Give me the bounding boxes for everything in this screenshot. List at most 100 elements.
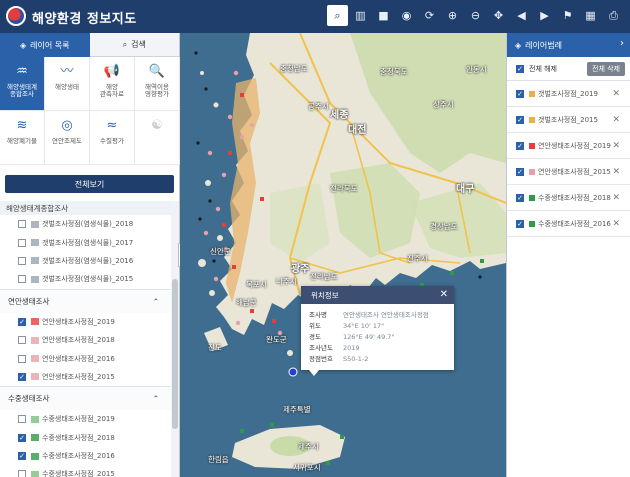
category-6[interactable]: ≈ 수질평가	[90, 111, 135, 165]
legend-row[interactable]: ✓ 갯벌조사정점_2015 ✕	[507, 107, 630, 133]
category-3[interactable]: 🔍 해역이용 영향평가	[135, 57, 180, 111]
popup-header: 위치정보 ✕	[301, 286, 454, 304]
scrollbar-thumb[interactable]	[172, 279, 178, 429]
remove-layer-icon[interactable]: ✕	[612, 89, 620, 99]
layer-checkbox[interactable]	[18, 336, 26, 345]
popup-value: 2019	[343, 344, 360, 352]
view-all-button[interactable]: 전체보기	[5, 175, 174, 193]
popup-key: 위도	[309, 322, 321, 330]
popup-value: 34°E 10' 17"	[343, 322, 385, 330]
category-1[interactable]: 〰 해양생태	[45, 57, 90, 111]
layer-checkbox[interactable]	[18, 275, 26, 284]
move-icon[interactable]: ✥	[488, 5, 509, 26]
zoom-in-icon[interactable]: ⊕	[442, 5, 463, 26]
category-4[interactable]: ≋ 해양폐기물	[0, 111, 45, 165]
search-zoom-icon[interactable]: ⌕	[327, 5, 348, 26]
remove-layer-icon[interactable]: ✕	[612, 193, 620, 203]
layer-row[interactable]: 갯벌조사정점(염생식물)_2015	[0, 270, 171, 288]
chevron-right-icon[interactable]: ›	[620, 38, 624, 49]
layer-checkbox[interactable]	[18, 354, 26, 363]
legend-label: 연안생태조사정점_2019	[538, 141, 611, 150]
grid-icon[interactable]: ▦	[580, 5, 601, 26]
layer-row[interactable]: 갯벌조사정점(염생식물)_2017	[0, 233, 171, 251]
layer-checkbox[interactable]: ✓	[18, 317, 26, 326]
legend-checkbox[interactable]: ✓	[516, 193, 524, 202]
layer-checkbox[interactable]	[18, 238, 26, 247]
legend-symbol-icon	[529, 90, 535, 97]
water-quality-icon: ≈	[106, 117, 118, 133]
legend-checkbox[interactable]: ✓	[516, 115, 524, 124]
measure-area-icon[interactable]: ⚑	[557, 5, 578, 26]
ecosystem-survey-icon: ♒	[16, 63, 28, 79]
tab-layer-list[interactable]: ◈ 레이어 목록	[0, 33, 90, 57]
category-2[interactable]: 📢 해양 관측자료	[90, 57, 135, 111]
legend-checkbox[interactable]: ✓	[516, 89, 524, 98]
remove-layer-icon[interactable]: ✕	[612, 141, 620, 151]
layer-checkbox[interactable]	[18, 415, 26, 424]
remove-layer-icon[interactable]: ✕	[612, 115, 620, 125]
section-header[interactable]: 연안생태조사 ⌃	[0, 288, 171, 313]
popup-row: 경도 126°E 49' 49.7"	[309, 332, 446, 343]
legend-list: ✓ 갯벌조사정점_2019 ✕ ✓ 갯벌조사정점_2015 ✕ ✓ 연안생태조사정점_2019…	[507, 81, 630, 237]
layer-row[interactable]: 연안생태조사정점_2016	[0, 349, 171, 367]
layer-row[interactable]: ✓ 연안생태조사정점_2015	[0, 368, 171, 386]
layer-checkbox[interactable]: ✓	[18, 433, 26, 442]
layer-label: 연안생태조사정점_2018	[42, 336, 115, 345]
category-5[interactable]: ◎ 연안조제도	[45, 111, 90, 165]
legend-row[interactable]: ✓ 수중생태조사정점_2016 ✕	[507, 211, 630, 237]
legend-symbol-icon	[529, 142, 535, 149]
layer-checkbox[interactable]	[18, 256, 26, 265]
zoom-out-icon[interactable]: ⊖	[465, 5, 486, 26]
layer-checkbox[interactable]: ✓	[18, 372, 26, 381]
layer-row[interactable]: 갯벌조사정점(염생식물)_2018	[0, 215, 171, 233]
close-icon[interactable]: ✕	[440, 289, 448, 300]
legend-row[interactable]: ✓ 연안생태조사정점_2019 ✕	[507, 133, 630, 159]
layer-row[interactable]: ✓ 수중생태조사정점_2018	[0, 429, 171, 447]
legend-checkbox[interactable]: ✓	[516, 167, 524, 176]
layer-row[interactable]: 수중생태조사정점_2019	[0, 410, 171, 428]
layer-row[interactable]: 연안생태조사정점_2018	[0, 331, 171, 349]
layer-row[interactable]: 갯벌조사정점(염생식물)_2016	[0, 252, 171, 270]
marine-waste-icon: ≋	[16, 117, 28, 133]
layer-symbol-icon	[31, 470, 39, 477]
observation-icon: 📢	[103, 63, 121, 79]
tab-search[interactable]: ⌕ 검색	[89, 33, 179, 57]
section-header[interactable]: 수중생태조사 ⌃	[0, 386, 171, 411]
chevron-up-icon[interactable]: ⌃	[153, 394, 159, 403]
legend-checkbox[interactable]: ✓	[516, 141, 524, 150]
layer-row[interactable]: 수중생태조사정점_2015	[0, 465, 171, 477]
layer-checkbox[interactable]	[18, 220, 26, 229]
tab-label: 검색	[131, 40, 146, 49]
refresh-screen-icon[interactable]: ⟳	[419, 5, 440, 26]
chevron-up-icon[interactable]: ⌃	[153, 297, 159, 306]
legend-row[interactable]: ✓ 갯벌조사정점_2019 ✕	[507, 81, 630, 107]
select-all-checkbox[interactable]: ✓	[516, 64, 524, 73]
location-pin-icon[interactable]: ◉	[396, 5, 417, 26]
remove-layer-icon[interactable]: ✕	[612, 219, 620, 229]
delete-all-button[interactable]: 전체 삭제	[587, 62, 625, 76]
legend-row[interactable]: ✓ 연안생태조사정점_2015 ✕	[507, 159, 630, 185]
book-map-icon[interactable]: ▥	[350, 5, 371, 26]
remove-layer-icon[interactable]: ✕	[612, 167, 620, 177]
legend-row[interactable]: ✓ 수중생태조사정점_2018 ✕	[507, 185, 630, 211]
popup-key: 조사명	[309, 311, 327, 319]
print-icon[interactable]: ⎙	[603, 5, 624, 26]
legend-header: ◈ 레이어범례 ›	[507, 33, 630, 57]
category-0[interactable]: ♒ 해양생태계 종합조사	[0, 57, 45, 111]
layer-row[interactable]: ✓ 수중생태조사정점_2016	[0, 447, 171, 465]
layer-panel: ◈ 레이어 목록 ⌕ 검색 ♒ 해양생태계 종합조사 〰 해양생태 📢 해양 관측자료 🔍 해…	[0, 33, 180, 477]
category-label: 해양폐기물	[7, 137, 37, 145]
layer-row[interactable]: ✓ 연안생태조사정점_2019	[0, 313, 171, 331]
layer-checkbox[interactable]: ✓	[18, 452, 26, 461]
next-icon[interactable]: ▶	[534, 5, 555, 26]
popup-key: 정점번호	[309, 355, 333, 363]
layer-symbol-icon	[31, 452, 39, 460]
layers-icon: ◈	[515, 40, 522, 50]
previous-icon[interactable]: ◀	[511, 5, 532, 26]
legend-checkbox[interactable]: ✓	[516, 219, 524, 228]
marine-ecology-icon: 〰	[60, 63, 74, 79]
category-7[interactable]: ☯	[135, 111, 180, 165]
video-icon[interactable]: ■	[373, 5, 394, 26]
map-canvas[interactable]: 충청남도 세종 대전 공주시 충청북도 상주시 안동시 대구 전라북도 경상남도 진주시 광주 전라남도…	[180, 33, 506, 477]
layer-checkbox[interactable]	[18, 470, 26, 477]
